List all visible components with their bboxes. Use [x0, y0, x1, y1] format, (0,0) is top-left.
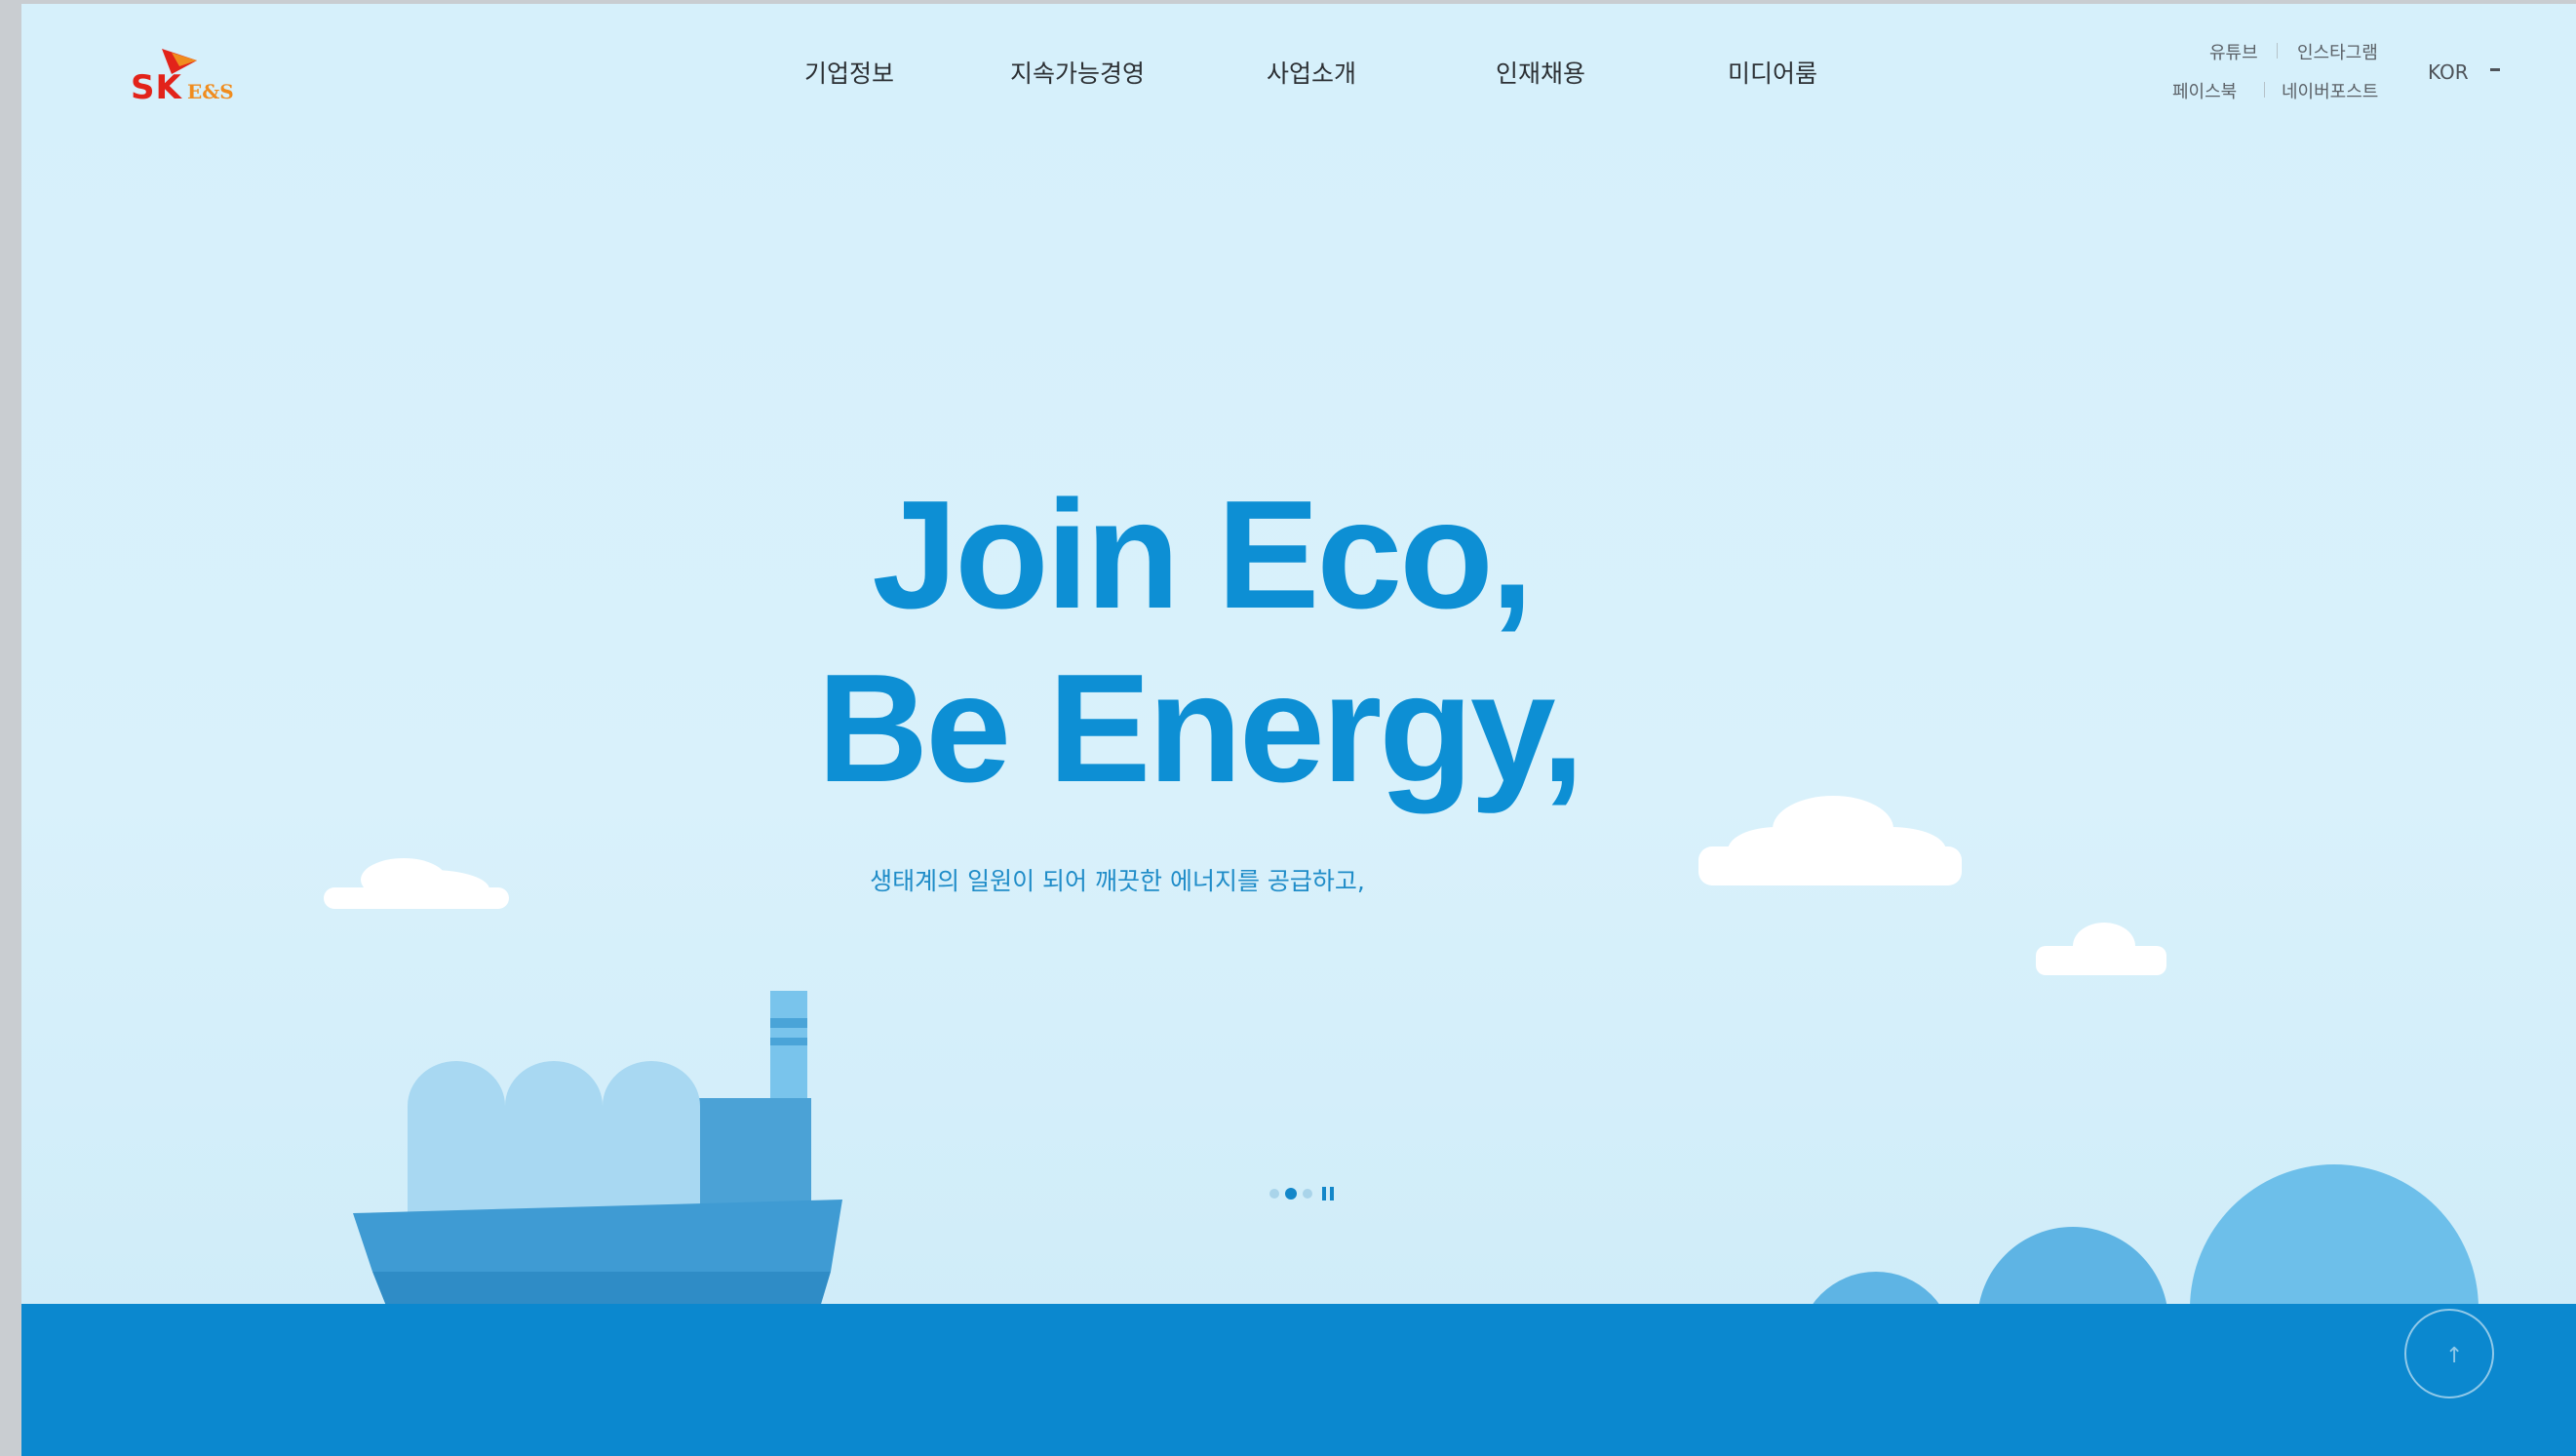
- hero-title-line-2: Be Energy,: [817, 643, 1584, 814]
- carousel-dot-2[interactable]: [1285, 1188, 1297, 1200]
- chevron-down-icon: [2490, 68, 2500, 71]
- youtube-link[interactable]: 유튜브: [2209, 39, 2258, 64]
- hero-title-line-1: Join Eco,: [872, 469, 1533, 641]
- sea-band: [21, 1304, 2576, 1456]
- cloud-icon: [2036, 923, 2166, 975]
- pause-icon[interactable]: [1322, 1187, 1336, 1200]
- page: SK E&S 기업정보 지속가능경영 사업소개 인재채용 미디어룸 유튜브 인스…: [21, 4, 2576, 1456]
- divider: [2264, 82, 2265, 98]
- scroll-top-button[interactable]: ↑: [2404, 1309, 2494, 1398]
- nav-item-careers[interactable]: 인재채용: [1496, 55, 1585, 90]
- nav-item-business[interactable]: 사업소개: [1267, 55, 1356, 90]
- nav-item-media-room[interactable]: 미디어룸: [1728, 55, 1817, 90]
- divider: [2277, 43, 2278, 59]
- ship-illustration: [353, 991, 842, 1311]
- nav-item-sustainability[interactable]: 지속가능경영: [1010, 55, 1145, 90]
- facebook-link[interactable]: 페이스북: [2172, 78, 2237, 103]
- naver-post-link[interactable]: 네이버포스트: [2282, 78, 2378, 103]
- nav-item-company-info[interactable]: 기업정보: [804, 55, 894, 90]
- instagram-link[interactable]: 인스타그램: [2297, 39, 2378, 64]
- site-header: SK E&S 기업정보 지속가능경영 사업소개 인재채용 미디어룸 유튜브 인스…: [21, 4, 2576, 150]
- carousel-dot-1[interactable]: [1269, 1189, 1279, 1199]
- arrow-up-icon: ↑: [2445, 1344, 2464, 1368]
- carousel-dot-3[interactable]: [1303, 1189, 1312, 1199]
- language-selector[interactable]: KOR: [2428, 60, 2469, 84]
- hero-subtitle: 생태계의 일원이 되어 깨끗한 에너지를 공급하고,: [870, 867, 1365, 895]
